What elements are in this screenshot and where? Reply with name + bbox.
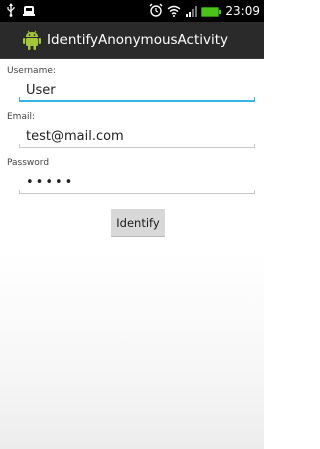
action-bar: IdentifyAnonymousActivity	[0, 22, 264, 59]
status-right-icons: 23:09	[149, 3, 260, 19]
signal-icon	[185, 2, 198, 21]
username-field[interactable]: User	[19, 80, 255, 102]
email-value: test@mail.com	[26, 129, 124, 144]
action-bar-title: IdentifyAnonymousActivity	[47, 32, 229, 48]
email-underline	[19, 144, 255, 148]
email-label: Email:	[7, 112, 36, 122]
password-value: •••••	[26, 175, 75, 190]
screen: 23:09 IdentifyAnonymousActivity Username…	[0, 0, 264, 449]
usb-icon	[6, 2, 16, 21]
identify-button[interactable]: Identify	[111, 209, 165, 236]
alarm-icon	[149, 2, 163, 21]
status-time: 23:09	[225, 4, 260, 18]
username-label: Username:	[7, 66, 56, 76]
password-field[interactable]: •••••	[19, 172, 255, 194]
status-bar: 23:09	[0, 0, 264, 22]
password-label: Password	[7, 158, 50, 168]
password-underline	[19, 190, 255, 194]
username-value: User	[26, 83, 56, 98]
email-field[interactable]: test@mail.com	[19, 126, 255, 148]
status-left-icons	[6, 2, 36, 21]
username-underline	[19, 97, 255, 102]
wifi-icon	[167, 2, 181, 21]
notification-icon	[22, 2, 36, 21]
android-icon[interactable]	[22, 29, 42, 51]
battery-icon	[201, 2, 222, 21]
